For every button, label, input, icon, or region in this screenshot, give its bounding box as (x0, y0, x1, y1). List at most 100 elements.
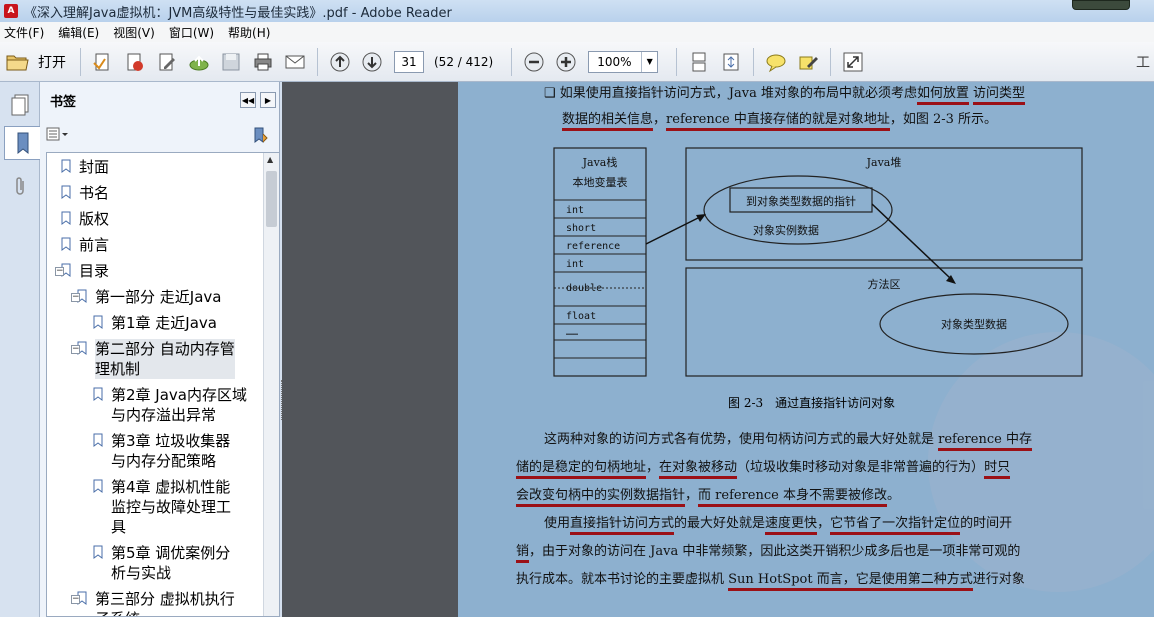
underlined-text: 指针定位 (908, 516, 961, 535)
zoom-out-button[interactable] (520, 48, 548, 76)
menu-edit[interactable]: 编辑(E) (58, 24, 99, 41)
text-run: 使用 (544, 516, 571, 531)
text-run: ， (685, 488, 699, 503)
bookmark-preface[interactable]: 前言 (61, 235, 109, 255)
bookmark-cover[interactable]: 封面 (61, 157, 109, 177)
bookmark-chapter-3[interactable]: 第3章 垃圾收集器 与内存分配策略 (93, 431, 263, 471)
chevron-down-icon[interactable]: ▼ (641, 51, 657, 72)
pages-panel-button[interactable] (4, 88, 36, 122)
bookmark-label: 具 (111, 518, 127, 536)
bookmark-part-2[interactable]: − 第二部分 自动内存管 理机制 (71, 339, 257, 379)
bookmark-chapter-4[interactable]: 第4章 虚拟机性能 监控与故障处理工 具 (93, 477, 263, 537)
attachments-panel-button[interactable] (4, 170, 36, 204)
bookmark-copyright[interactable]: 版权 (61, 209, 109, 229)
document-viewer[interactable]: ❑ 如果使用直接指针访问方式，Java 堆对象的布局中就必须考虑如何放置 访问类型… (282, 82, 1154, 617)
toolbar-separator (753, 47, 755, 76)
underlined-text: 时只 (984, 460, 1011, 479)
underlined-text: 访问类型 (973, 86, 1026, 105)
bookmark-contents[interactable]: − 目录 (55, 261, 109, 281)
bookmark-label: 第三部分 虚拟机执行 (95, 590, 235, 608)
underlined-text: 如何放置 (916, 86, 969, 105)
underlined-text: 数据的相关信息 (562, 112, 654, 131)
pages-icon (11, 94, 29, 116)
collapse-panel-button[interactable]: ◀◀ (240, 92, 256, 108)
upload-button[interactable] (185, 48, 213, 76)
toolbar-separator (511, 47, 513, 76)
open-label: 打开 (38, 54, 66, 71)
create-pdf-button[interactable] (89, 48, 117, 76)
bookmark-label: 析与实战 (111, 564, 172, 582)
combine-files-button[interactable] (121, 48, 149, 76)
figure-caption: 图 2-3 通过直接指针访问对象 (728, 396, 896, 410)
scroll-up-icon[interactable]: ▲ (267, 155, 273, 164)
underlined-text: 而 reference 本身不需要被修改 (698, 488, 887, 507)
menu-help[interactable]: 帮助(H) (228, 24, 270, 41)
full-screen-button[interactable] (839, 48, 867, 76)
new-bookmark-button[interactable] (252, 126, 270, 144)
next-page-button[interactable] (358, 48, 386, 76)
save-button[interactable] (217, 48, 245, 76)
comment-button[interactable] (762, 48, 790, 76)
bookmark-label: 第2章 Java内存区域 (111, 386, 247, 404)
highlight-button[interactable] (794, 48, 822, 76)
bookmark-label: 与内存分配策略 (111, 452, 217, 470)
bookmark-label: 第3章 垃圾收集器 (111, 432, 231, 450)
bookmark-chapter-1[interactable]: 第1章 走近Java (93, 313, 217, 333)
email-icon (285, 55, 305, 68)
bookmark-label-wrap: 第4章 虚拟机性能 监控与故障处理工 具 (111, 477, 231, 537)
bookmark-book-title[interactable]: 书名 (61, 183, 109, 203)
panel-menu-button[interactable]: ▶ (260, 92, 276, 108)
collapse-icon[interactable]: − (71, 293, 80, 302)
create-pdf-icon (93, 53, 109, 70)
edit-pdf-button[interactable] (153, 48, 181, 76)
panel-title: 书签 (50, 94, 77, 110)
zoom-in-button[interactable] (552, 48, 580, 76)
bookmark-part-1[interactable]: − 第一部分 走近Java (71, 287, 221, 307)
window-controls[interactable] (1072, 0, 1130, 10)
stack-title: Java栈 (582, 155, 618, 169)
menu-view[interactable]: 视图(V) (113, 24, 155, 41)
text-run: ， (653, 112, 667, 127)
bookmark-scrollbar[interactable]: ▲ (263, 153, 279, 616)
toolbar-separator (80, 47, 81, 76)
text-line: 储的是稳定的句柄地址，在对象被移动（垃圾收集时移动对象是非常普遍的行为）时只 (516, 456, 1011, 479)
bookmark-label: 监控与故障处理工 (111, 498, 232, 516)
options-menu-button[interactable] (46, 126, 70, 144)
bookmark-label-wrap: 第2章 Java内存区域 与内存溢出异常 (111, 385, 247, 425)
bookmark-part-3[interactable]: − 第三部分 虚拟机执行 子系统 (71, 589, 267, 616)
collapse-icon[interactable]: − (71, 345, 80, 354)
bookmark-chapter-5[interactable]: 第5章 调优案例分 析与实战 (93, 543, 263, 583)
underlined-text: 销 (516, 544, 530, 563)
bookmarks-panel-button[interactable] (4, 126, 40, 160)
collapse-icon[interactable]: − (71, 595, 80, 604)
email-button[interactable] (281, 48, 309, 76)
tools-label-partial[interactable]: 工 (1136, 52, 1150, 72)
list-options-icon (46, 127, 68, 141)
bookmark-chapter-2[interactable]: 第2章 Java内存区域 与内存溢出异常 (93, 385, 263, 425)
collapse-icon[interactable]: − (55, 267, 64, 276)
menu-file[interactable]: 文件(F) (4, 24, 44, 41)
reference-arrow (645, 215, 703, 245)
bookmark-label: 封面 (79, 158, 110, 176)
open-button[interactable]: 打开 (6, 52, 66, 72)
fit-page-button[interactable] (717, 48, 745, 76)
bookmark-label-wrap: 第二部分 自动内存管 理机制 (95, 339, 235, 379)
text-run: ，由于对象的访问在 Java 中非常频繁，因此这类开销积少成多后也是一项非常可观… (529, 544, 1021, 559)
scrolling-mode-button[interactable] (685, 48, 713, 76)
text-line: 会改变句柄中的实例数据指针，而 reference 本身不需要被修改。 (516, 484, 900, 507)
page-number-input[interactable] (394, 50, 424, 73)
text-run: 。 (886, 488, 900, 503)
menu-window[interactable]: 窗口(W) (169, 24, 214, 41)
plus-icon (556, 52, 576, 71)
text-line: 数据的相关信息，reference 中直接存储的就是对象地址，如图 2-3 所示… (562, 108, 997, 131)
scrollbar-thumb[interactable] (266, 171, 277, 227)
underlined-text: 直接指针访问方式 (570, 516, 675, 535)
text-run: ， (817, 516, 831, 531)
title-bar: A 《深入理解Java虚拟机：JVM高级特性与最佳实践》.pdf - Adobe… (0, 0, 1154, 22)
underlined-text: 储的是稳定的句柄地址 (516, 460, 647, 479)
bookmarks-panel-header: 书签 ◀◀ ▶ (40, 82, 280, 118)
print-button[interactable] (249, 48, 277, 76)
pointer-box-label: 到对象类型数据的指针 (746, 194, 856, 208)
zoom-select[interactable]: 100% ▼ (588, 50, 659, 73)
previous-page-button[interactable] (326, 48, 354, 76)
